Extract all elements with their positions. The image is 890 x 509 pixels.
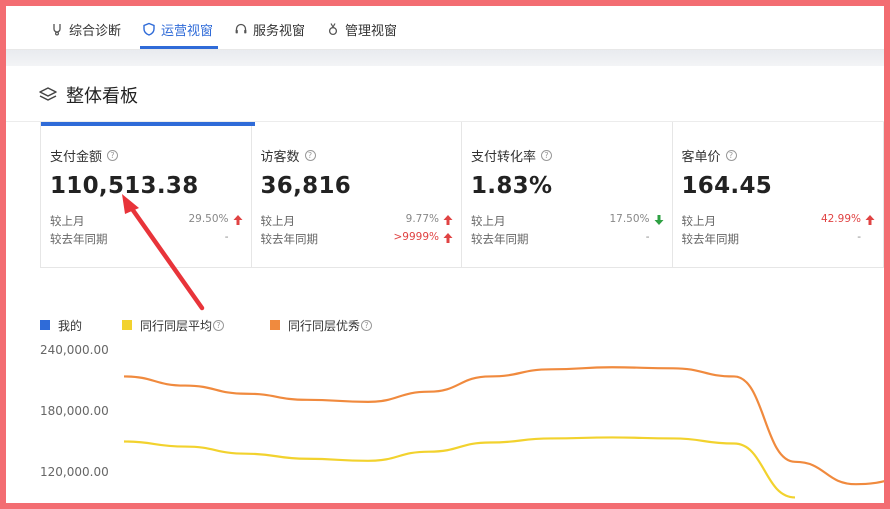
panel-header: 整体看板 [6,66,884,122]
metric-card[interactable]: 支付金额? 110,513.38 较上月 29.50% 较去年同期 - [41,122,255,268]
arrow-up-icon [443,215,453,225]
legend-item-peer-excellent[interactable]: 同行同层优秀 ? [270,317,373,334]
compare-month-value: 9.77% [405,213,439,225]
compare-year-row: 较去年同期 >9999% [261,231,462,249]
legend-label: 同行同层平均 [140,318,213,333]
arrow-down-icon [654,215,663,225]
legend-swatch [270,320,281,330]
compare-month-row: 较上月 29.50% [50,213,251,231]
compare-month-label: 较上月 [50,214,85,228]
compare-month-row: 较上月 17.50% [471,213,672,231]
arrow-up-icon [233,215,242,225]
tab-label: 综合诊断 [69,23,122,39]
headset-icon [235,23,247,34]
metric-value: 36,816 [260,173,352,199]
compare-year-value: - [224,231,229,243]
y-tick-label: 120,000.00 [40,465,109,479]
y-tick-label: 180,000.00 [40,404,109,418]
legend-swatch [122,320,133,330]
compare-month-label: 较上月 [260,214,296,228]
section-gap [6,50,884,66]
metric-label: 客单价? [682,146,883,165]
help-icon[interactable]: ? [361,319,373,331]
layers-icon [39,87,57,101]
help-icon[interactable]: ? [213,319,225,331]
metric-value: 110,513.38 [50,173,199,199]
arrow-up-icon [865,215,875,225]
help-icon[interactable]: ? [107,150,119,161]
legend-item-peer-average[interactable]: 同行同层平均 ? [122,317,225,334]
compare-year-label: 较去年同期 [260,232,319,246]
legend-swatch [40,320,50,330]
compare-year-row: 较去年同期 - [471,231,672,249]
compare-month-label: 较上月 [681,214,717,228]
metric-label-text: 访客数 [260,150,300,165]
legend-item-mine[interactable]: 我的 [40,317,82,334]
help-icon[interactable]: ? [725,150,737,161]
compare-month-value: 29.50% [188,213,229,225]
help-icon[interactable]: ? [541,150,553,161]
dashboard-frame: 综合诊断 运营视窗 服务视窗 管理视窗 整体看板 支付金额 ? 110,513.… [6,6,884,503]
metric-value: 164.45 [681,173,773,199]
metric-label-text: 客单价 [681,150,721,165]
compare-year-row: 较去年同期 - [50,231,251,249]
arrow-up-icon [443,233,453,243]
chart-legend: 我的 同行同层平均 ? 同行同层优秀 ? [40,316,412,334]
compare-year-label: 较去年同期 [50,232,108,246]
medal-icon [328,23,338,36]
metric-card[interactable]: 客单价? 164.45 较上月 42.99% 较去年同期 - [673,122,883,268]
active-tab-indicator [140,46,218,49]
compare-month-value: 42.99% [820,213,861,225]
shield-icon [143,22,155,36]
compare-month-label: 较上月 [471,214,506,228]
compare-year-label: 较去年同期 [471,232,529,246]
compare-month-row: 较上月 9.77% [261,213,462,231]
compare-month-row: 较上月 42.99% [682,213,883,231]
compare-month-value: 17.50% [609,213,650,225]
panel-title: 整体看板 [66,86,138,107]
metric-label-text: 支付金额 [50,150,103,165]
metric-label: 支付转化率? [471,146,672,165]
help-icon[interactable]: ? [304,150,316,161]
metric-value: 1.83% [471,173,553,199]
metric-label: 支付金额? [50,146,251,165]
metric-label: 访客数? [261,146,462,165]
legend-label: 同行同层优秀 [288,318,361,333]
trend-chart: 240,000.00 180,000.00 120,000.00 [40,343,884,499]
tab-diagnosis[interactable]: 综合诊断 [50,18,121,40]
tab-label: 服务视窗 [253,23,306,39]
metric-card[interactable]: 支付转化率? 1.83% 较上月 17.50% 较去年同期 - [462,122,673,268]
legend-label: 我的 [58,318,83,333]
metric-cards: 支付金额? 110,513.38 较上月 29.50% 较去年同期 - 访客数? 36,816… [40,122,884,268]
metric-label-text: 支付转化率 [471,150,537,165]
compare-year-value: - [857,231,861,243]
tab-label: 运营视窗 [161,23,214,39]
tab-management[interactable]: 管理视窗 [326,18,397,40]
tab-operations[interactable]: 运营视窗 [142,18,213,40]
diagnosis-icon [53,24,61,36]
y-tick-label: 240,000.00 [40,343,109,357]
compare-year-row: 较去年同期 - [682,231,883,249]
metric-card[interactable]: 访客数? 36,816 较上月 9.77% 较去年同期 >9999% [252,122,462,268]
series-line-peer-excellent [123,366,884,486]
tab-label: 管理视窗 [345,23,398,39]
compare-year-value: - [645,231,650,243]
compare-year-label: 较去年同期 [681,232,740,246]
compare-year-value: >9999% [393,231,440,243]
series-line-peer-average [123,436,796,499]
view-tabbar: 综合诊断 运营视窗 服务视窗 管理视窗 [6,6,884,50]
tab-service[interactable]: 服务视窗 [234,18,305,40]
